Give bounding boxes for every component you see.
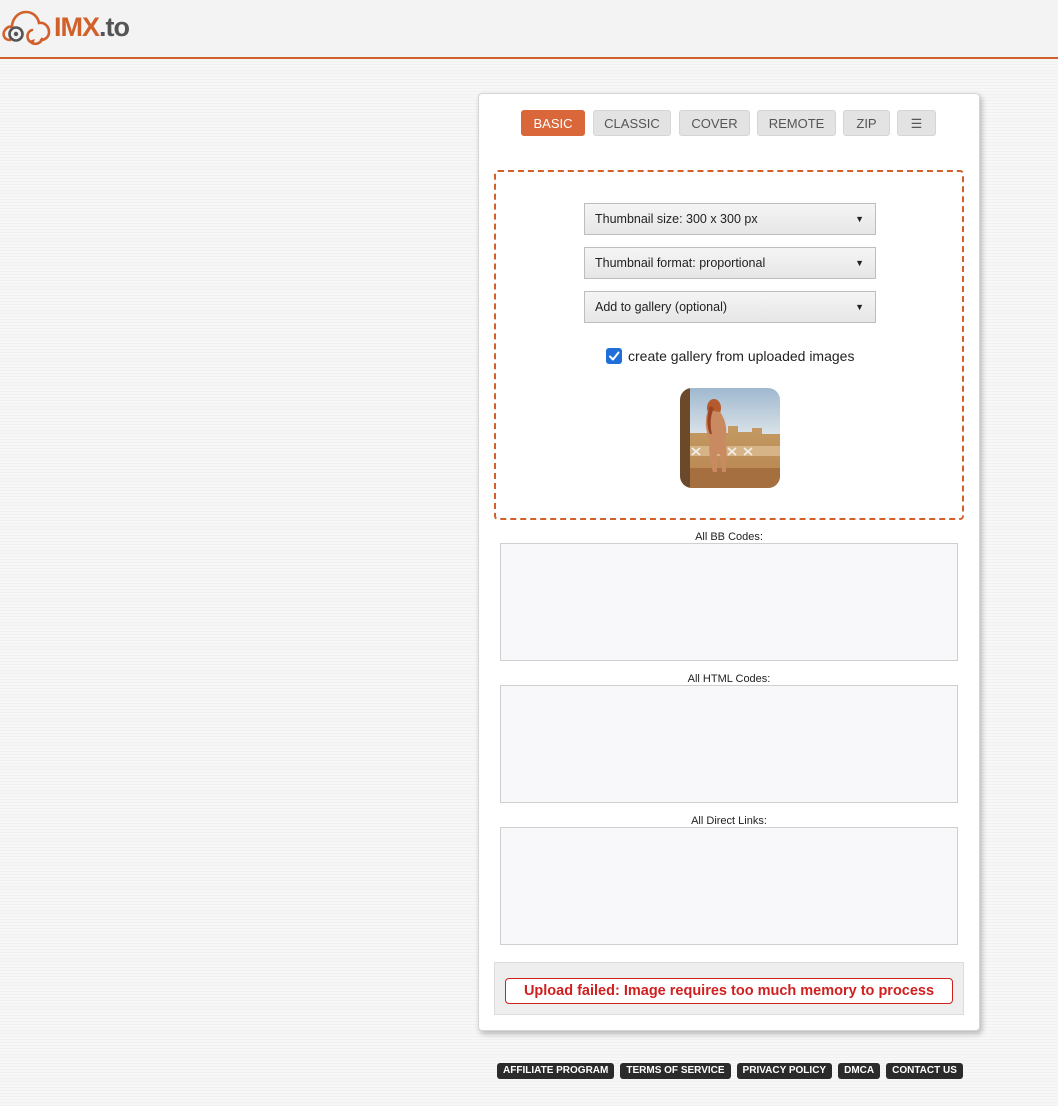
bb-codes-label: All BB Codes: — [695, 531, 763, 543]
caret-down-icon: ▼ — [855, 258, 864, 268]
uploaded-image-thumbnail[interactable] — [680, 388, 780, 488]
thumbnail-size-select[interactable]: Thumbnail size: 300 x 300 px ▼ — [584, 203, 876, 235]
footer-links: AFFILIATE PROGRAM TERMS OF SERVICE PRIVA… — [497, 1063, 969, 1079]
status-area: Upload failed: Image requires too much m… — [494, 962, 964, 1015]
direct-links-label: All Direct Links: — [691, 815, 767, 827]
tab-basic[interactable]: BASIC — [521, 110, 585, 136]
footer-link-contact[interactable]: CONTACT US — [886, 1063, 963, 1079]
site-logo[interactable]: IMX.to — [2, 6, 130, 48]
footer-link-terms[interactable]: TERMS OF SERVICE — [620, 1063, 731, 1079]
upload-dropzone[interactable]: Thumbnail size: 300 x 300 px ▼ Thumbnail… — [494, 170, 964, 520]
thumbnail-format-select[interactable]: Thumbnail format: proportional ▼ — [584, 247, 876, 279]
footer-link-dmca[interactable]: DMCA — [838, 1063, 881, 1079]
logo-brand: IMX — [54, 11, 100, 42]
create-gallery-label: create gallery from uploaded images — [628, 348, 855, 364]
direct-links-textarea[interactable] — [500, 827, 958, 945]
html-codes-label: All HTML Codes: — [687, 673, 771, 685]
tab-classic[interactable]: CLASSIC — [593, 110, 671, 136]
caret-down-icon: ▼ — [855, 302, 864, 312]
bb-codes-textarea[interactable] — [500, 543, 958, 661]
upload-panel: BASIC CLASSIC COVER REMOTE ZIP ☰ Thumbna… — [478, 93, 980, 1031]
tab-menu[interactable]: ☰ — [897, 110, 936, 136]
thumbnail-format-value: Thumbnail format: proportional — [595, 256, 766, 270]
gallery-select-value: Add to gallery (optional) — [595, 300, 728, 314]
site-header: IMX.to — [0, 0, 1058, 59]
tab-cover[interactable]: COVER — [679, 110, 750, 136]
tab-remote[interactable]: REMOTE — [757, 110, 836, 136]
create-gallery-option: create gallery from uploaded images — [606, 346, 854, 366]
footer-link-affiliate[interactable]: AFFILIATE PROGRAM — [497, 1063, 615, 1079]
thumbnail-size-value: Thumbnail size: 300 x 300 px — [595, 212, 758, 226]
tab-zip[interactable]: ZIP — [843, 110, 890, 136]
checkmark-icon — [609, 351, 620, 361]
create-gallery-checkbox[interactable] — [606, 348, 622, 364]
logo-text: IMX.to — [54, 11, 130, 42]
cloud-upload-icon — [2, 10, 51, 46]
caret-down-icon: ▼ — [855, 214, 864, 224]
gallery-select[interactable]: Add to gallery (optional) ▼ — [584, 291, 876, 323]
upload-mode-tabs: BASIC CLASSIC COVER REMOTE ZIP ☰ — [479, 110, 979, 136]
logo-tld: .to — [99, 11, 130, 42]
upload-error-message: Upload failed: Image requires too much m… — [505, 978, 953, 1004]
photo-image — [680, 388, 780, 488]
html-codes-textarea[interactable] — [500, 685, 958, 803]
footer-link-privacy[interactable]: PRIVACY POLICY — [736, 1063, 833, 1079]
